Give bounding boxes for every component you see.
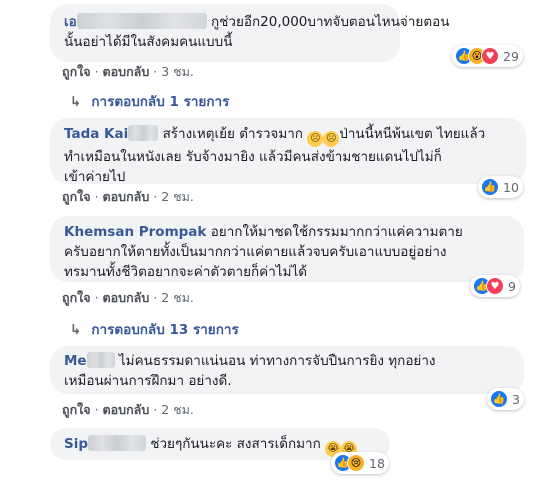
comment-text: ช่วยๆกันนะคะ สงสารเด็กมาก	[150, 436, 321, 452]
comment-text: ทรมานทั้งชีวิตอยากจะค่าตัวตายก็ค่าไม่ได้	[64, 264, 308, 280]
reply-link[interactable]: ตอบกลับ	[103, 189, 150, 204]
reply-link[interactable]: ตอบกลับ	[103, 402, 150, 417]
reaction-summary[interactable]: 👍 ♥ 9	[470, 275, 520, 297]
reply-arrow-icon: ↳	[70, 322, 82, 338]
timestamp[interactable]: 3 ชม.	[161, 64, 194, 79]
comment-text: เหมือนผ่านการฝึกมา อย่างดี.	[64, 373, 232, 389]
comment-actions: ถูกใจ · ตอบกลับ · 2 ชม.	[62, 290, 194, 305]
like-link[interactable]: ถูกใจ	[62, 189, 91, 204]
reply-link[interactable]: ตอบกลับ	[103, 64, 150, 79]
comment-bubble: Me ไม่คนธรรมดาแน่นอน ท่าทางการจับปืนการย…	[50, 346, 524, 394]
reply-arrow-icon: ↳	[70, 94, 82, 110]
comment-actions: ถูกใจ · ตอบกลับ · 2 ชม.	[62, 189, 194, 204]
comment-bubble: Khemsan Prompak อยากให้มาชดใช้กรรมมากกว่…	[50, 216, 524, 282]
commenter-name[interactable]: Khemsan Prompak	[64, 224, 206, 240]
commenter-name[interactable]: Sip	[64, 436, 88, 452]
love-icon: ♥	[486, 277, 504, 295]
commenter-name[interactable]: Tada Kai	[64, 126, 128, 142]
redacted-name	[76, 13, 207, 29]
sad-face-emoji-icon: ☹	[323, 131, 340, 147]
sad-face-emoji-icon: ☹	[307, 131, 324, 147]
comment-text: เข้าค่ายไป	[64, 169, 126, 185]
comment-text: กูช่วยอีก20,000บาทจับตอนไหนจ่ายตอน	[211, 14, 450, 30]
redacted-name	[86, 352, 115, 368]
redacted-name	[88, 435, 147, 451]
like-icon: 👍	[490, 390, 508, 408]
love-icon: ♥	[481, 47, 499, 65]
reaction-count: 29	[503, 48, 519, 64]
comment-text: ป่านนี้หนีพ้นเขต ไทยแล้ว	[339, 126, 486, 142]
comment-text: ทำเหมือนในหนังเลย รับจ้างมายิง แล้วมีคนส…	[64, 149, 442, 165]
timestamp[interactable]: 2 ชม.	[161, 290, 194, 305]
like-icon: 👍	[481, 178, 499, 196]
reaction-count: 18	[369, 455, 385, 471]
comment-text: นั้นอย่าได้มีในสังคมคนแบบนี้	[64, 34, 233, 50]
reaction-count: 9	[508, 278, 516, 294]
reaction-summary[interactable]: 👍 😢 18	[331, 452, 389, 474]
timestamp[interactable]: 2 ชม.	[161, 402, 194, 417]
reaction-summary[interactable]: 👍 😮 ♥ 29	[452, 45, 523, 67]
comment-bubble: เอ กูช่วยอีก20,000บาทจับตอนไหนจ่ายตอน นั…	[50, 4, 449, 62]
commenter-name[interactable]: Me	[64, 353, 87, 369]
redacted-name	[128, 125, 159, 141]
reaction-count: 10	[503, 179, 519, 195]
sad-icon: 😢	[347, 454, 365, 472]
view-replies-link[interactable]: ↳ การตอบกลับ 1 รายการ	[70, 90, 229, 112]
comment-actions: ถูกใจ · ตอบกลับ · 3 ชม.	[62, 64, 194, 79]
comment-text: อยากให้มาชดใช้กรรมมากกว่าแค่ความตาย	[210, 224, 463, 240]
timestamp[interactable]: 2 ชม.	[161, 189, 194, 204]
reaction-count: 3	[512, 391, 520, 407]
reply-link[interactable]: ตอบกลับ	[103, 290, 150, 305]
comment-bubble: Tada Kai สร้างเหตุเย้ย ตำรวจมาก ☹ ☹ ป่านนี…	[50, 118, 526, 185]
commenter-name[interactable]: เอ	[64, 14, 77, 30]
like-link[interactable]: ถูกใจ	[62, 402, 91, 417]
comment-text: ครับอยากให้ตายทั้งเป็นมากกว่าแค่ตายแล้วจ…	[64, 244, 447, 260]
like-link[interactable]: ถูกใจ	[62, 290, 91, 305]
view-replies-link[interactable]: ↳ การตอบกลับ 13 รายการ	[70, 318, 239, 340]
comment-text: ไม่คนธรรมดาแน่นอน ท่าทางการจับปืนการยิง …	[118, 353, 436, 369]
like-link[interactable]: ถูกใจ	[62, 64, 91, 79]
reaction-summary[interactable]: 👍 10	[478, 176, 523, 198]
comment-actions: ถูกใจ · ตอบกลับ · 2 ชม.	[62, 402, 194, 417]
comment-text: สร้างเหตุเย้ย ตำรวจมาก	[162, 126, 303, 142]
reaction-summary[interactable]: 👍 3	[487, 388, 524, 410]
